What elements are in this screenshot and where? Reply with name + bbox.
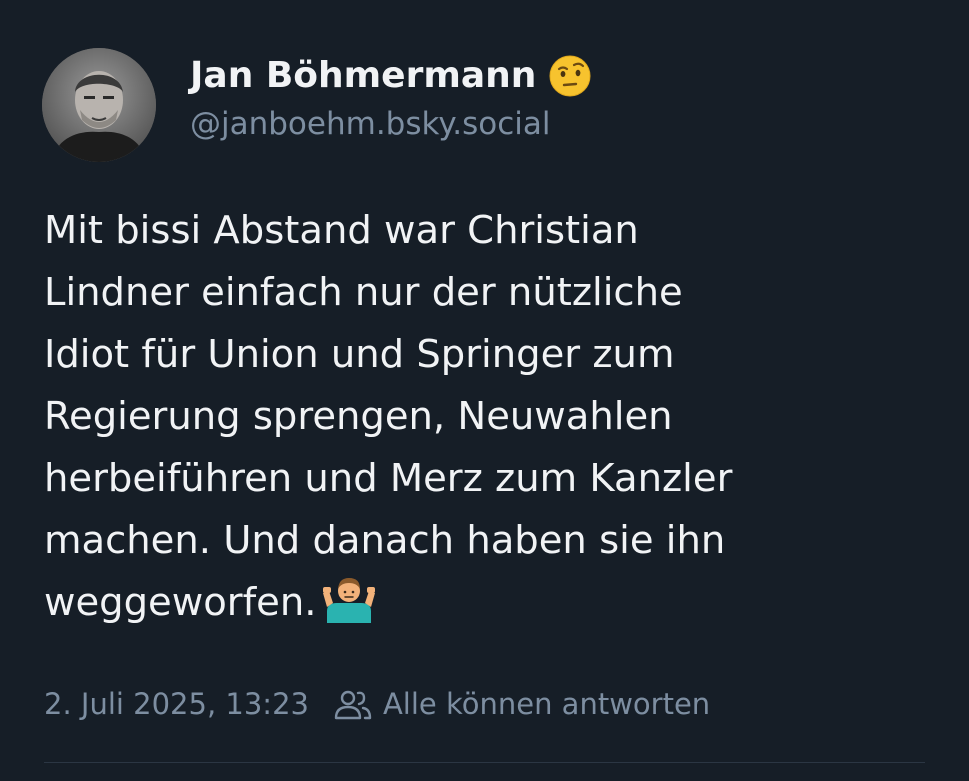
reply-setting-label: Alle können antworten [382, 687, 711, 721]
avatar[interactable] [42, 48, 156, 162]
display-name-row[interactable]: Jan Böhmermann [190, 52, 592, 100]
post-text-line: Lindner einfach nur der nützliche [44, 270, 683, 315]
post-meta: 2. Juli 2025, 13:23 Alle können antworte… [44, 682, 710, 726]
post-text-line: Idiot für Union und Springer zum [44, 332, 675, 377]
post-text-line: herbeiführen und Merz zum Kanzler [44, 456, 733, 501]
people-icon [334, 690, 372, 720]
post-text-last-line: weggeworfen. [44, 572, 944, 634]
post-card: Jan Böhmermann @janboehm.bsky.social Mit… [0, 0, 969, 781]
post-text-line: weggeworfen. [44, 580, 317, 625]
timestamp[interactable]: 2. Juli 2025, 13:23 [44, 682, 309, 726]
display-name[interactable]: Jan Böhmermann [190, 52, 536, 100]
author-block: Jan Böhmermann @janboehm.bsky.social [190, 52, 592, 146]
post-text: Mit bissi Abstand war Christian Lindner … [44, 200, 944, 634]
face-with-raised-eyebrow-emoji [548, 54, 592, 98]
post-text-line: machen. Und danach haben sie ihn [44, 518, 726, 563]
post-text-line: Regierung sprengen, Neuwahlen [44, 394, 673, 439]
divider [44, 762, 925, 763]
person-shrugging-emoji [322, 573, 375, 623]
handle[interactable]: @janboehm.bsky.social [190, 102, 592, 146]
reply-setting[interactable]: Alle können antworten [333, 682, 710, 726]
post-text-line: Mit bissi Abstand war Christian [44, 208, 639, 253]
